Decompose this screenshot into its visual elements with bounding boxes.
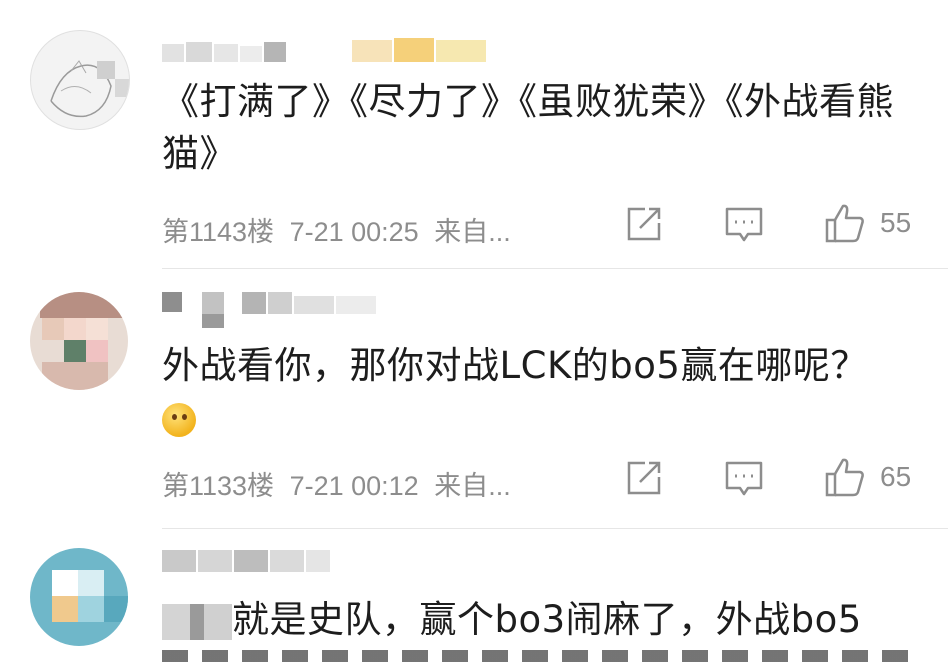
like-count: 65 <box>880 461 912 492</box>
comment-meta: 第1133楼 7-21 00:12 来自... <box>162 464 511 503</box>
like-button[interactable]: 55 <box>824 202 911 244</box>
comment-item: 外战看你，那你对战LCK的bo5赢在哪呢？ 第1133楼 7-21 00:12 … <box>0 268 948 530</box>
source-link[interactable]: 来自... <box>434 217 511 247</box>
comment-icon <box>725 207 763 242</box>
avatar[interactable] <box>30 30 130 130</box>
timestamp: 7-21 00:25 <box>289 217 419 247</box>
comment-item: 《打满了》《尽力了》《虽败犹荣》《外战看熊猫》 第1143楼 7-21 00:2… <box>0 0 948 268</box>
comment-text: 外战看你，那你对战LCK的bo5赢在哪呢？ <box>162 340 932 444</box>
reply-button[interactable] <box>724 460 764 498</box>
floor-number: 第1133楼 <box>162 471 275 501</box>
share-icon <box>627 207 661 241</box>
comment-item: 就是史队，赢个bo3闹麻了，外战bo5 <box>0 528 948 662</box>
username-blurred[interactable] <box>162 288 422 328</box>
comment-text: 《打满了》《尽力了》《虽败犹荣》《外战看熊猫》 <box>162 80 894 175</box>
source-link[interactable]: 来自... <box>434 471 511 501</box>
reply-button[interactable] <box>724 206 764 244</box>
like-button[interactable]: 65 <box>824 456 911 498</box>
share-button[interactable] <box>625 460 663 496</box>
floor-number: 第1143楼 <box>162 217 275 247</box>
avatar[interactable] <box>30 292 128 390</box>
shush-emoji-icon <box>162 402 196 437</box>
comment-meta: 第1143楼 7-21 00:25 来自... <box>162 210 511 249</box>
avatar[interactable] <box>30 548 128 646</box>
thumbs-up-icon <box>825 458 864 497</box>
username-blurred[interactable] <box>162 546 342 572</box>
share-button[interactable] <box>625 206 663 242</box>
timestamp: 7-21 00:12 <box>289 471 419 501</box>
comment-text: 就是史队，赢个bo3闹麻了，外战bo5 <box>162 594 932 646</box>
thumbs-up-icon <box>825 204 864 243</box>
username-blurred[interactable] <box>162 38 492 64</box>
mention-blurred[interactable] <box>162 603 232 640</box>
comment-text-cutoff <box>162 650 922 662</box>
like-count: 55 <box>880 207 912 238</box>
share-icon <box>627 461 661 495</box>
comment-icon <box>725 461 763 496</box>
